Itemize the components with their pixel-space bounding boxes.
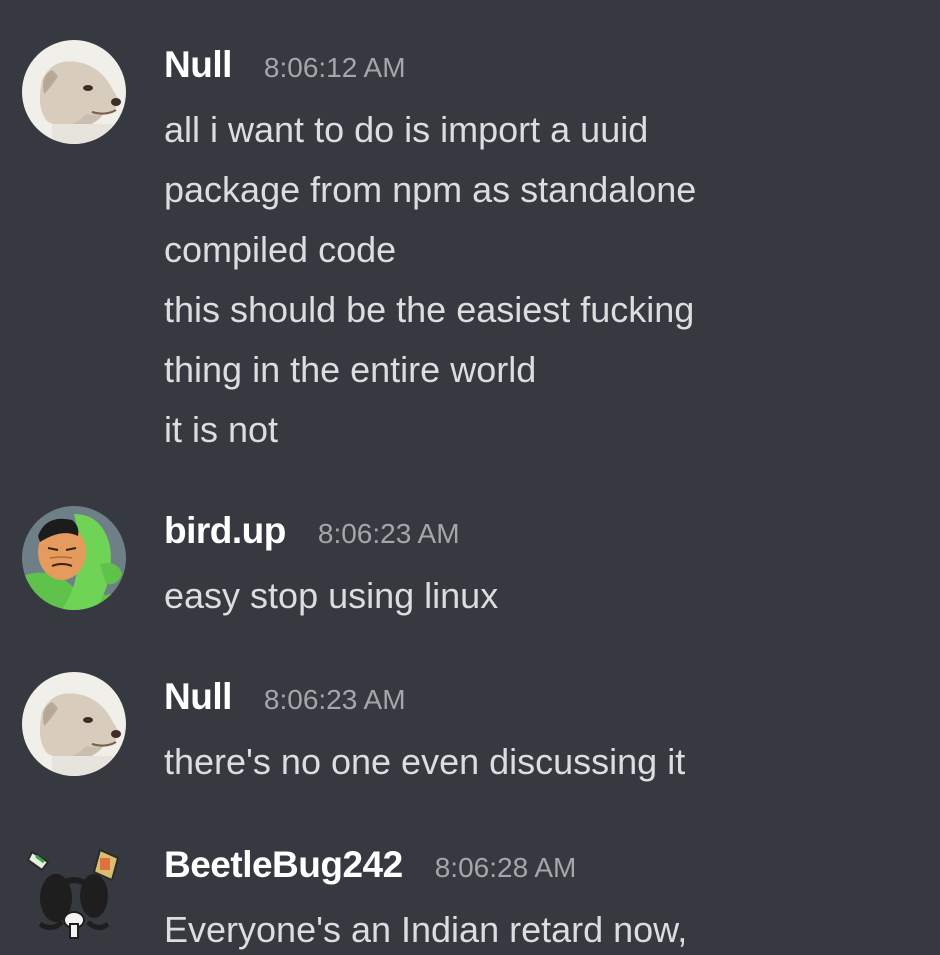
message-content: Null 8:06:23 AM there's no one even disc…	[164, 676, 920, 792]
message-content: Null 8:06:12 AM all i want to do is impo…	[164, 44, 920, 460]
message-header: Null 8:06:23 AM	[164, 676, 920, 732]
username[interactable]: Null	[164, 676, 232, 718]
message-line: there's no one even discussing it	[164, 741, 686, 782]
message-line: easy stop using linux	[164, 575, 499, 616]
message-line: thing in the entire world	[164, 349, 537, 390]
message-line: Everyone's an Indian retard now,	[164, 909, 688, 950]
username[interactable]: Null	[164, 44, 232, 86]
username[interactable]: BeetleBug242	[164, 844, 403, 886]
timestamp: 8:06:23 AM	[317, 518, 460, 549]
message-header: BeetleBug242 8:06:28 AM	[164, 844, 920, 900]
cartoon-beetle-avatar-icon[interactable]	[22, 840, 126, 944]
dog-avatar-icon[interactable]	[22, 40, 126, 144]
message-content: BeetleBug242 8:06:28 AM Everyone's an In…	[164, 844, 920, 955]
message-content: bird.up 8:06:23 AM easy stop using linux	[164, 510, 920, 626]
username[interactable]: bird.up	[164, 510, 286, 552]
timestamp: 8:06:23 AM	[263, 684, 406, 715]
message-line: it is not	[164, 409, 279, 450]
message-line: package from npm as standalone	[164, 169, 697, 210]
timestamp: 8:06:28 AM	[434, 852, 577, 883]
message-header: bird.up 8:06:23 AM	[164, 510, 920, 566]
message-header: Null 8:06:12 AM	[164, 44, 920, 100]
message-line: all i want to do is import a uuid	[164, 109, 649, 150]
message-line: this should be the easiest fucking	[164, 289, 695, 330]
chat-log: Null 8:06:12 AM all i want to do is impo…	[0, 0, 940, 955]
hooded-face-avatar-icon[interactable]	[22, 506, 126, 610]
message-line: compiled code	[164, 229, 397, 270]
timestamp: 8:06:12 AM	[263, 52, 406, 83]
dog-avatar-icon[interactable]	[22, 672, 126, 776]
